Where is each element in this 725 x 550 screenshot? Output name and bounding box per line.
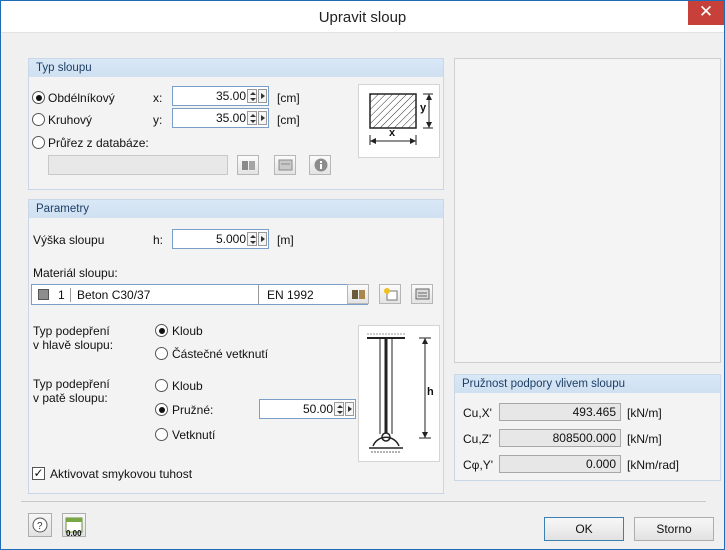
parameters-header: Parametry [29, 200, 443, 218]
support-elasticity-header: Pružnost podpory vlivem sloupu [455, 375, 720, 393]
x-value: 35.00 [215, 89, 246, 103]
height-spinner-icon[interactable] [247, 232, 257, 246]
height-arrow-right-icon[interactable] [258, 232, 267, 246]
x-unit: [cm] [277, 91, 300, 105]
help-icon: ? [32, 517, 48, 533]
y-arrow-right-icon[interactable] [258, 111, 267, 125]
h-label: h: [153, 233, 164, 247]
cross-section-icon [369, 93, 433, 145]
y-label: y: [153, 113, 163, 127]
new-item-icon [384, 288, 398, 301]
new-material-button[interactable] [379, 284, 401, 304]
material-name: Beton C30/37 [77, 288, 151, 302]
x-dimension-input[interactable]: 35.00 [172, 86, 269, 106]
column-type-header: Typ sloupu [29, 59, 443, 77]
elastic-arrow-right-icon[interactable] [345, 402, 354, 416]
elastic-percent-input[interactable]: 50.00 [259, 399, 356, 419]
units-button[interactable]: 0.00 [62, 513, 86, 538]
material-number: 1 [58, 288, 65, 302]
elastic-value: 50.00 [302, 402, 333, 416]
x-label: x: [153, 91, 163, 105]
svg-text:?: ? [37, 521, 43, 532]
foot-fixed-label: Vetknutí [172, 428, 216, 442]
cux-unit: [kN/m] [627, 406, 662, 420]
radio-database-section[interactable] [32, 136, 45, 149]
close-button[interactable]: ✕ [688, 1, 724, 25]
edit-section-button [274, 155, 296, 175]
cross-section-diagram: x y [358, 84, 440, 158]
height-input[interactable]: 5.000 [172, 229, 269, 249]
material-norm: EN 1992 [267, 288, 314, 302]
info-button [309, 155, 331, 175]
radio-circular[interactable] [32, 113, 45, 126]
column-support-diagram: h [358, 325, 440, 462]
parameters-group: Parametry Výška sloupu h: 5.000 [m] Mate… [28, 199, 444, 494]
head-support-label-1: Typ podepření [33, 324, 110, 338]
edit-column-dialog: Upravit sloup ✕ Typ sloupu Obdélníkový K… [0, 0, 725, 550]
cphiy-label: Cφ,Y' [463, 458, 494, 472]
edit-material-button[interactable] [411, 284, 433, 304]
foot-hinge-label: Kloub [172, 379, 203, 393]
support-elasticity-group: Pružnost podpory vlivem sloupu Cu,X' 493… [454, 374, 721, 481]
circular-label: Kruhový [48, 113, 93, 127]
height-label: Výška sloupu [33, 233, 105, 247]
info-icon [314, 158, 328, 172]
height-value: 5.000 [215, 232, 246, 246]
material-library-button[interactable] [347, 284, 369, 304]
database-section-field [48, 155, 228, 175]
foot-support-label-2: v patě sloupu: [33, 391, 108, 405]
shear-stiffness-checkbox[interactable]: ✓ [32, 467, 45, 480]
library-button [237, 155, 259, 175]
cancel-button[interactable]: Storno [634, 517, 714, 541]
head-partial-fixity-label: Částečné vetknutí [172, 347, 269, 361]
radio-foot-elastic[interactable] [155, 403, 168, 416]
foot-support-label-1: Typ podepření [33, 377, 110, 391]
diagram-y-label: y [420, 102, 427, 114]
radio-head-hinge[interactable] [155, 324, 168, 337]
cux-label: Cu,X' [463, 406, 492, 420]
book-icon [352, 290, 365, 299]
y-value: 35.00 [215, 111, 246, 125]
rectangular-label: Obdélníkový [48, 91, 115, 105]
radio-foot-hinge[interactable] [155, 379, 168, 392]
database-section-label: Průřez z databáze: [48, 136, 149, 150]
foot-elastic-label: Pružné: [172, 403, 214, 417]
x-arrow-right-icon[interactable] [258, 89, 267, 103]
cuz-unit: [kN/m] [627, 432, 662, 446]
cuz-value: 808500.000 [499, 429, 621, 447]
cux-value: 493.465 [499, 403, 621, 421]
y-unit: [cm] [277, 113, 300, 127]
y-spinner-icon[interactable] [247, 111, 257, 125]
cphiy-value: 0.000 [499, 455, 621, 473]
material-select[interactable]: 1 Beton C30/37 EN 1992 ∨ [31, 284, 368, 305]
preview-panel [454, 58, 721, 363]
cphiy-unit: [kNm/rad] [627, 458, 680, 472]
title-bar: Upravit sloup ✕ [1, 1, 724, 33]
edit-table-icon [278, 159, 293, 171]
diagram-x-label: x [389, 127, 396, 139]
x-spinner-icon[interactable] [247, 89, 257, 103]
footer-separator [21, 501, 706, 502]
elastic-spinner-icon[interactable] [334, 402, 344, 416]
head-hinge-label: Kloub [172, 324, 203, 338]
edit-table-icon [415, 288, 430, 300]
book-icon [242, 161, 255, 170]
window-title: Upravit sloup [318, 9, 407, 26]
units-icon-text: 0.00 [66, 529, 82, 538]
cuz-label: Cu,Z' [463, 432, 492, 446]
diagram-h-label: h [427, 386, 434, 398]
material-label: Materiál sloupu: [33, 266, 118, 280]
radio-foot-fixed[interactable] [155, 428, 168, 441]
ok-button[interactable]: OK [544, 517, 624, 541]
radio-rectangular[interactable] [32, 91, 45, 104]
y-dimension-input[interactable]: 35.00 [172, 108, 269, 128]
head-support-label-2: v hlavě sloupu: [33, 338, 114, 352]
help-button[interactable]: ? [28, 513, 52, 537]
radio-head-partial-fixity[interactable] [155, 347, 168, 360]
column-type-group: Typ sloupu Obdélníkový Kruhový Průřez z … [28, 58, 444, 190]
shear-stiffness-label: Aktivovat smykovou tuhost [50, 467, 193, 481]
material-color-swatch [38, 289, 49, 300]
height-unit: [m] [277, 233, 294, 247]
